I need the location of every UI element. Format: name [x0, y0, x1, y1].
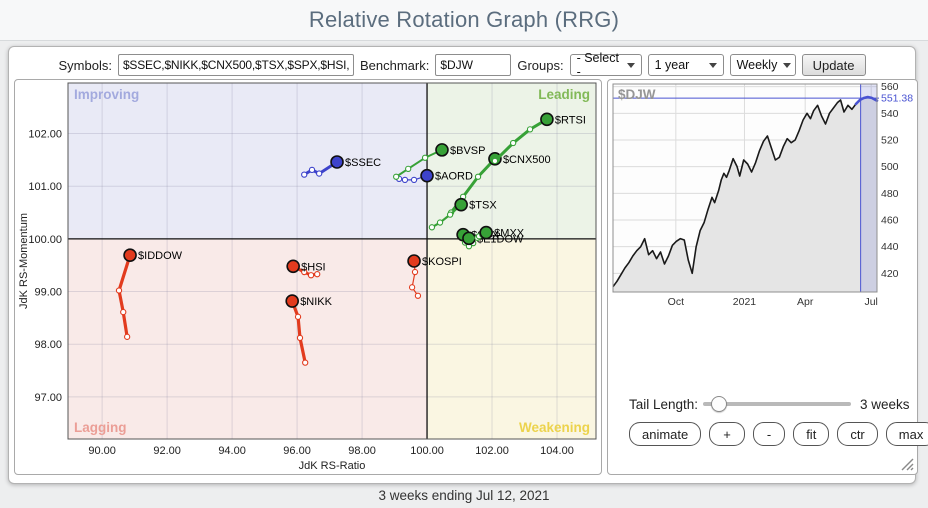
svg-text:$BVSP: $BVSP	[450, 145, 485, 157]
benchmark-label: Benchmark:	[360, 58, 429, 73]
max-button[interactable]: max	[886, 422, 928, 446]
chevron-down-icon	[709, 63, 717, 68]
page-title: Relative Rotation Graph (RRG)	[309, 7, 619, 33]
svg-text:102.00: 102.00	[475, 445, 509, 457]
svg-text:100.00: 100.00	[28, 234, 62, 246]
center-button[interactable]: ctr	[837, 422, 877, 446]
svg-text:Apr: Apr	[797, 296, 814, 308]
svg-text:$AORD: $AORD	[435, 171, 473, 183]
svg-text:520: 520	[881, 135, 899, 147]
svg-text:102.00: 102.00	[28, 129, 62, 141]
zoom-out-button[interactable]: -	[753, 422, 785, 446]
svg-text:100.00: 100.00	[410, 445, 444, 457]
frequency-select-value: Weekly	[737, 58, 778, 72]
svg-text:$MXX: $MXX	[494, 228, 525, 240]
svg-text:Weakening: Weakening	[519, 420, 590, 435]
symbols-input[interactable]	[118, 54, 354, 76]
benchmark-chart[interactable]: 420 440 460 480 500 520 540 560551.38 Oct 2021 Apr…	[610, 82, 913, 308]
chart-buttons: animate + - fit ctr max	[629, 422, 928, 446]
svg-text:Leading: Leading	[538, 87, 590, 102]
svg-text:97.00: 97.00	[34, 392, 62, 404]
slider-knob[interactable]	[711, 396, 727, 412]
svg-text:99.00: 99.00	[34, 287, 62, 299]
svg-text:$RTSI: $RTSI	[555, 114, 586, 126]
svg-text:$SSEC: $SSEC	[345, 157, 381, 169]
footer-caption: 3 weeks ending Jul 12, 2021	[0, 488, 928, 503]
symbols-label: Symbols:	[58, 58, 111, 73]
svg-text:101.00: 101.00	[28, 181, 62, 193]
tail-length-label: Tail Length:	[629, 397, 698, 412]
svg-text:104.00: 104.00	[540, 445, 574, 457]
benchmark-input[interactable]	[435, 54, 511, 76]
svg-text:Jul: Jul	[864, 296, 877, 308]
svg-text:420: 420	[881, 268, 899, 280]
svg-text:560: 560	[881, 82, 899, 93]
svg-text:96.00: 96.00	[283, 445, 311, 457]
frequency-select[interactable]: Weekly	[730, 54, 796, 76]
rrg-panel: 90.00 92.00 94.00 96.00 98.00 100.00 102.00 104…	[14, 79, 602, 475]
main-card: Symbols: Benchmark: Groups: - Select - 1…	[8, 46, 916, 484]
svg-text:480: 480	[881, 188, 899, 200]
benchmark-chart-wrap: 420 440 460 480 500 520 540 560551.38 Oct 2021 Apr…	[610, 82, 913, 308]
tail-length-slider[interactable]	[703, 402, 851, 406]
svg-text:90.00: 90.00	[88, 445, 116, 457]
svg-text:540: 540	[881, 108, 899, 120]
tail-length-row: Tail Length: 3 weeks	[608, 393, 917, 415]
svg-text:$CNX500: $CNX500	[503, 154, 551, 166]
rrg-chart[interactable]: 90.00 92.00 94.00 96.00 98.00 100.00 102.00 104…	[15, 80, 599, 472]
period-select[interactable]: 1 year	[648, 54, 724, 76]
groups-select-value: - Select -	[577, 51, 621, 79]
svg-text:$IDDOW: $IDDOW	[138, 250, 183, 262]
zoom-in-button[interactable]: +	[709, 422, 745, 446]
tail-length-value: 3 weeks	[860, 397, 910, 412]
svg-text:$KOSPI: $KOSPI	[422, 256, 462, 268]
svg-text:98.00: 98.00	[34, 339, 62, 351]
period-select-value: 1 year	[655, 58, 690, 72]
groups-label: Groups:	[517, 58, 563, 73]
svg-text:551.38: 551.38	[881, 93, 913, 105]
svg-text:$DJW: $DJW	[618, 87, 656, 102]
chevron-down-icon	[627, 63, 635, 68]
toolbar: Symbols: Benchmark: Groups: - Select - 1…	[9, 53, 915, 77]
groups-select[interactable]: - Select -	[570, 54, 642, 76]
svg-text:Improving: Improving	[74, 87, 139, 102]
resize-handle-icon[interactable]	[901, 458, 914, 471]
svg-text:98.00: 98.00	[348, 445, 376, 457]
svg-text:92.00: 92.00	[153, 445, 181, 457]
svg-text:$NIKK: $NIKK	[300, 296, 332, 308]
svg-text:$HSI: $HSI	[301, 261, 325, 273]
svg-text:94.00: 94.00	[218, 445, 246, 457]
svg-text:2021: 2021	[733, 296, 757, 308]
svg-text:$TSX: $TSX	[469, 200, 497, 212]
svg-text:440: 440	[881, 241, 899, 253]
svg-text:JdK RS-Momentum: JdK RS-Momentum	[18, 213, 30, 309]
svg-text:JdK RS-Ratio: JdK RS-Ratio	[299, 460, 366, 472]
update-button[interactable]: Update	[802, 54, 866, 76]
fit-button[interactable]: fit	[793, 422, 829, 446]
svg-text:Oct: Oct	[668, 296, 684, 308]
svg-text:500: 500	[881, 161, 899, 173]
svg-text:Lagging: Lagging	[74, 420, 127, 435]
chevron-down-icon	[783, 63, 791, 68]
svg-text:460: 460	[881, 215, 899, 227]
side-panel: 420 440 460 480 500 520 540 560551.38 Oct 2021 Apr…	[607, 79, 918, 475]
title-bar: Relative Rotation Graph (RRG)	[0, 0, 928, 41]
animate-button[interactable]: animate	[629, 422, 701, 446]
